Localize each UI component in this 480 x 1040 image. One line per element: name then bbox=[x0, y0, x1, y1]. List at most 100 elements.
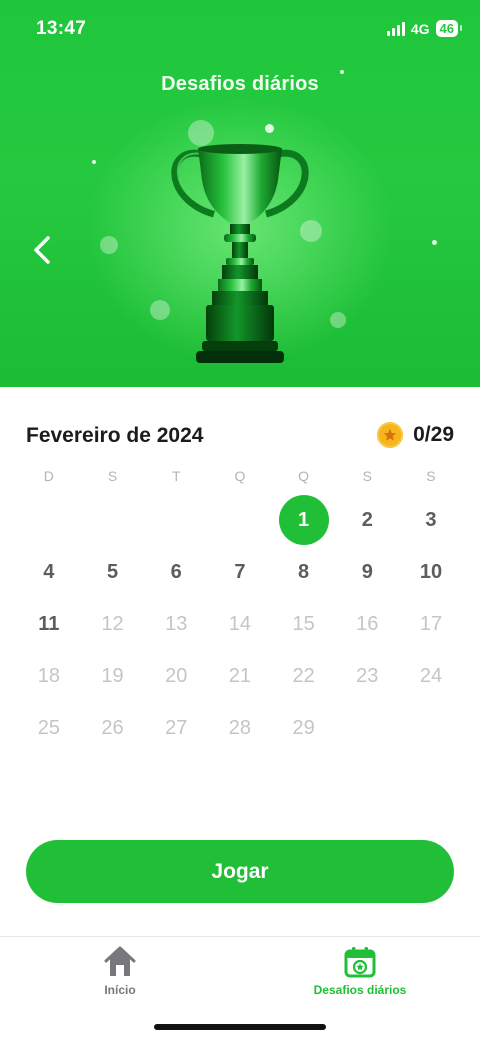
network-type: 4G bbox=[410, 20, 430, 37]
calendar-day-21: 21 bbox=[208, 650, 272, 702]
calendar-day-10[interactable]: 10 bbox=[399, 546, 463, 598]
calendar-day-empty bbox=[17, 494, 81, 546]
calendar-day-empty bbox=[81, 494, 145, 546]
score-counter: 0/29 bbox=[377, 422, 454, 448]
back-button[interactable] bbox=[26, 230, 60, 270]
calendar-day-5[interactable]: 5 bbox=[81, 546, 145, 598]
page-title: Desafios diários bbox=[161, 73, 319, 95]
calendar-week-row: 4 5 6 7 8 9 10 bbox=[17, 546, 463, 598]
calendar-day-number: 9 bbox=[361, 560, 373, 583]
calendar-day-number: 26 bbox=[101, 716, 124, 739]
calendar-header: Fevereiro de 2024 0/29 bbox=[26, 420, 454, 452]
tab-label: Início bbox=[104, 983, 136, 997]
calendar-day-number: 22 bbox=[292, 664, 315, 687]
calendar-day-14: 14 bbox=[208, 598, 272, 650]
calendar-day-number: 16 bbox=[356, 612, 379, 635]
calendar-day-29: 29 bbox=[272, 702, 336, 754]
calendar-week-row: 18 19 20 21 22 23 24 bbox=[17, 650, 463, 702]
calendar-day-number: 27 bbox=[165, 716, 188, 739]
calendar-day-23: 23 bbox=[335, 650, 399, 702]
calendar-day-number: 19 bbox=[101, 664, 124, 687]
trophy-icon bbox=[171, 144, 309, 363]
star-icon bbox=[383, 428, 397, 441]
calendar-day-number: 20 bbox=[165, 664, 188, 687]
weekday-label: T bbox=[171, 468, 181, 484]
calendar-day-28: 28 bbox=[208, 702, 272, 754]
calendar-day-empty bbox=[399, 702, 463, 754]
calendar-day-number: 13 bbox=[165, 612, 188, 635]
calendar-day-number: 21 bbox=[228, 664, 252, 687]
calendar-day-number: 12 bbox=[101, 612, 124, 635]
calendar-day-empty bbox=[144, 494, 208, 546]
calendar-day-number: 8 bbox=[298, 560, 310, 583]
calendar-day-24: 24 bbox=[399, 650, 463, 702]
calendar-day-3[interactable]: 3 bbox=[399, 494, 463, 546]
calendar-day-number: 1 bbox=[298, 508, 310, 531]
month-label: Fevereiro de 2024 bbox=[26, 424, 204, 447]
calendar-day-13: 13 bbox=[144, 598, 208, 650]
calendar-grid: 1 2 3 4 5 6 7 8 9 10 11 12 13 14 15 16 17 18 19 20 21 22 23 24 2… bbox=[17, 494, 463, 754]
calendar-day-7[interactable]: 7 bbox=[208, 546, 272, 598]
calendar-day-number: 17 bbox=[419, 612, 443, 635]
calendar-day-15: 15 bbox=[272, 598, 336, 650]
calendar-day-12: 12 bbox=[81, 598, 145, 650]
calendar-day-25: 25 bbox=[17, 702, 81, 754]
calendar-day-number: 11 bbox=[38, 612, 60, 635]
weekday-label: Q bbox=[298, 468, 310, 484]
weekday-label: S bbox=[362, 468, 372, 484]
score-value: 0/29 bbox=[413, 423, 454, 446]
calendar-day-number: 7 bbox=[234, 560, 246, 583]
calendar-week-row: 25 26 27 28 29 bbox=[17, 702, 463, 754]
weekday-label: S bbox=[426, 468, 436, 484]
tab-home[interactable]: Início bbox=[20, 945, 220, 1005]
calendar-day-number: 25 bbox=[37, 716, 60, 739]
calendar-day-number: 14 bbox=[228, 612, 252, 635]
coin-star-icon bbox=[377, 422, 404, 448]
calendar-day-6[interactable]: 6 bbox=[144, 546, 208, 598]
calendar-day-1[interactable]: 1 bbox=[272, 494, 336, 546]
weekday-label: Q bbox=[234, 468, 246, 484]
calendar-day-17: 17 bbox=[399, 598, 463, 650]
weekday-label: D bbox=[43, 468, 54, 484]
status-bar: 13:47 4G 46 bbox=[0, 0, 480, 58]
battery-icon: 46 bbox=[435, 20, 463, 37]
calendar-day-27: 27 bbox=[144, 702, 208, 754]
calendar-day-26: 26 bbox=[81, 702, 145, 754]
hero-banner: 13:47 4G 46 Desafios diários bbox=[0, 0, 480, 387]
calendar-day-number: 28 bbox=[228, 716, 252, 739]
calendar-day-22: 22 bbox=[272, 650, 336, 702]
status-time: 13:47 bbox=[36, 18, 87, 39]
home-icon bbox=[104, 946, 136, 976]
calendar-day-18: 18 bbox=[17, 650, 81, 702]
calendar-day-empty bbox=[335, 702, 399, 754]
calendar-day-number: 18 bbox=[37, 664, 60, 687]
calendar-day-number: 10 bbox=[419, 560, 443, 583]
calendar-star-icon bbox=[344, 947, 376, 978]
calendar-week-row: 11 12 13 14 15 16 17 bbox=[17, 598, 463, 650]
signal-icon bbox=[386, 21, 405, 36]
weekday-label: S bbox=[107, 468, 118, 484]
calendar-day-number: 4 bbox=[43, 560, 55, 583]
calendar-day-8[interactable]: 8 bbox=[272, 546, 336, 598]
tab-label: Desafios diários bbox=[313, 983, 407, 997]
calendar-day-11[interactable]: 11 bbox=[17, 598, 81, 650]
chevron-left-icon bbox=[34, 236, 50, 264]
calendar-day-4[interactable]: 4 bbox=[17, 546, 81, 598]
calendar-week-row: 1 2 3 bbox=[17, 494, 463, 546]
weekday-header-row: D S T Q Q S S bbox=[17, 468, 463, 484]
calendar-day-number: 6 bbox=[170, 560, 182, 583]
calendar-day-number: 3 bbox=[425, 508, 437, 531]
calendar-day-16: 16 bbox=[335, 598, 399, 650]
calendar-day-number: 15 bbox=[292, 612, 315, 635]
tab-daily-challenges[interactable]: Desafios diários bbox=[260, 945, 460, 1005]
home-indicator bbox=[154, 1024, 326, 1030]
calendar-day-2[interactable]: 2 bbox=[335, 494, 399, 546]
calendar-day-9[interactable]: 9 bbox=[335, 546, 399, 598]
calendar-day-20: 20 bbox=[144, 650, 208, 702]
calendar-day-number: 29 bbox=[292, 716, 315, 739]
calendar-day-number: 24 bbox=[419, 664, 443, 687]
calendar-day-number: 2 bbox=[361, 508, 373, 531]
calendar-day-empty bbox=[208, 494, 272, 546]
calendar-day-19: 19 bbox=[81, 650, 145, 702]
play-button[interactable]: Jogar bbox=[26, 840, 454, 903]
